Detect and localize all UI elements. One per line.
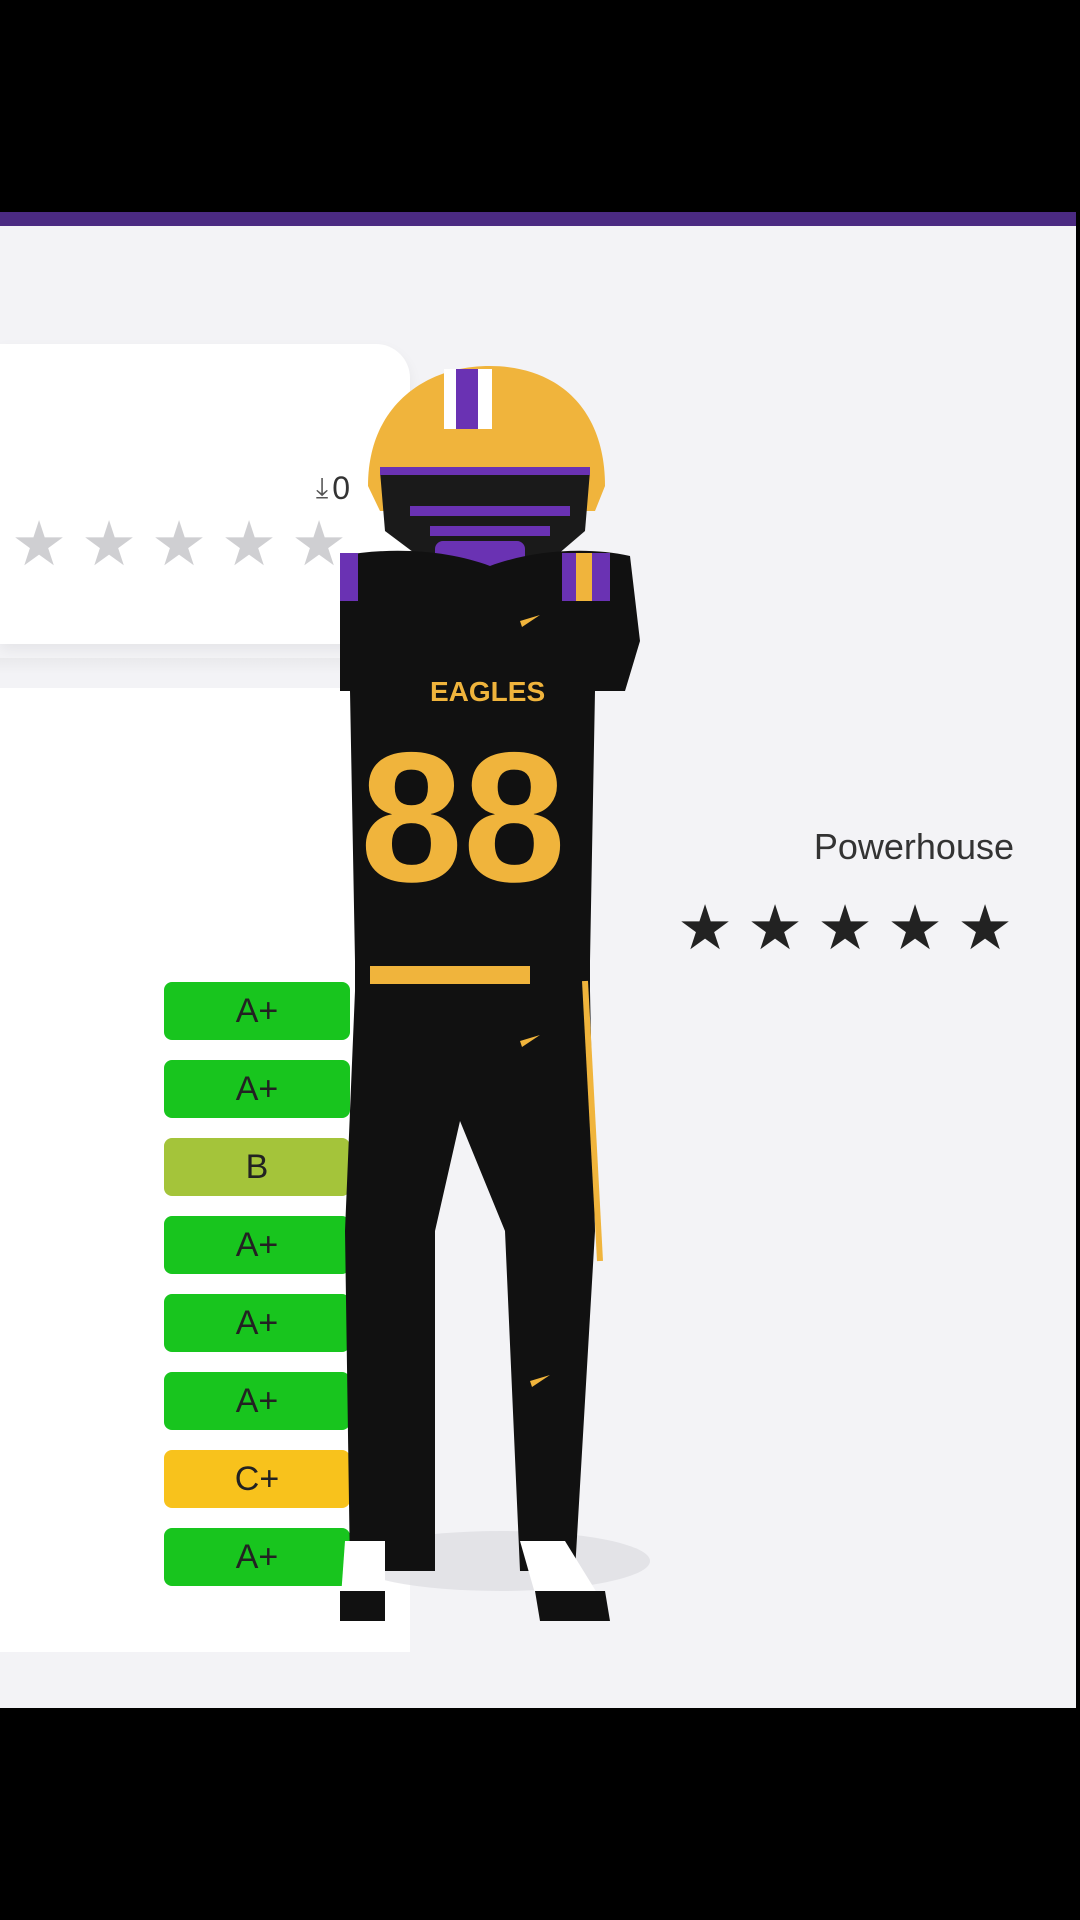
bottom-letterbox: [0, 1708, 1080, 1920]
star-icon: ★: [957, 894, 1013, 963]
download-icon: ⤓: [315, 472, 329, 503]
top-letterbox: [0, 0, 1080, 212]
star-icon: ★: [221, 510, 277, 579]
grade-badge[interactable]: A+: [164, 1528, 350, 1586]
jersey-number: 88: [360, 715, 566, 921]
star-icon: ★: [887, 894, 943, 963]
program-label: Powerhouse: [813, 826, 1014, 867]
stage: ⤓ 0 ★ ★ ★ ★ ★ Powerhouse ★ ★ ★ ★ ★ A+ A+…: [0, 226, 1076, 1708]
right-edge: [1076, 212, 1080, 1708]
star-icon: ★: [151, 510, 207, 579]
grade-badge[interactable]: A+: [164, 1372, 350, 1430]
accent-bar: [0, 212, 1076, 226]
jersey-team-text: EAGLES: [430, 676, 545, 707]
rating-stars-empty: ★ ★ ★ ★ ★: [10, 514, 348, 576]
grade-badge[interactable]: C+: [164, 1450, 350, 1508]
grade-badge[interactable]: A+: [164, 982, 350, 1040]
program-stars: ★ ★ ★ ★ ★: [676, 898, 1014, 960]
grade-badge[interactable]: B: [164, 1138, 350, 1196]
star-icon: ★: [81, 510, 137, 579]
star-icon: ★: [11, 510, 67, 579]
star-icon: ★: [747, 894, 803, 963]
grade-badge[interactable]: A+: [164, 1294, 350, 1352]
grade-badge[interactable]: A+: [164, 1216, 350, 1274]
player-model: EAGLES 88: [340, 366, 650, 1621]
grade-list: A+ A+ B A+ A+ A+ C+ A+: [164, 982, 350, 1586]
star-icon: ★: [817, 894, 873, 963]
grade-badge[interactable]: A+: [164, 1060, 350, 1118]
